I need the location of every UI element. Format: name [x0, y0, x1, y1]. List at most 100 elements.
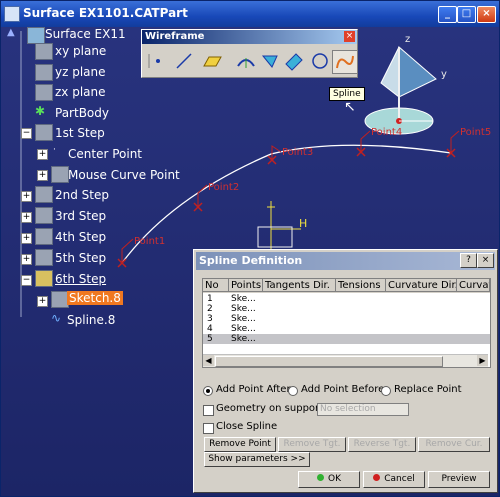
show-parameters-button[interactable]: Show parameters >>	[204, 452, 310, 467]
circle-tool-button[interactable]	[308, 50, 332, 72]
window-title: Surface EX1101.CATPart	[23, 6, 188, 20]
tree-item-zx-plane[interactable]: zx plane	[55, 85, 106, 99]
tree-item-sketch-8[interactable]: Sketch.8	[67, 291, 123, 305]
tree-item-partbody[interactable]: PartBody	[55, 106, 109, 120]
spline-icon	[336, 55, 354, 69]
row-point: Ske...	[231, 334, 256, 344]
tree-item-yz-plane[interactable]: yz plane	[55, 65, 106, 79]
table-row[interactable]: 2 Ske...	[203, 304, 490, 314]
close-spline-label: Close Spline	[216, 421, 278, 432]
table-row[interactable]: 4 Ske...	[203, 324, 490, 334]
scroll-right-icon[interactable]: ▶	[477, 355, 488, 366]
expand-icon[interactable]: +	[21, 191, 32, 202]
intersection-icon	[261, 55, 278, 68]
geometric-set-icon	[35, 228, 53, 245]
title-bar[interactable]: Surface EX1101.CATPart _ □ ×	[1, 1, 499, 27]
plane-tool-button[interactable]	[200, 50, 224, 72]
row-point: Ske...	[231, 304, 256, 314]
table-header: No Points Tangents Dir. Tensions Curvatu…	[203, 279, 490, 293]
table-row[interactable]: 1 Ske...	[203, 294, 490, 304]
line-tool-button[interactable]	[172, 50, 196, 72]
remove-tgt-button[interactable]: Remove Tgt.	[278, 437, 346, 452]
offset-icon	[285, 53, 303, 71]
tree-item-6th-step[interactable]: 6th Step	[55, 272, 106, 286]
projection-tool-button[interactable]	[234, 50, 258, 72]
tree-arrow-icon: ▲	[7, 27, 15, 38]
tree-item-2nd-step[interactable]: 2nd Step	[55, 188, 109, 202]
compass	[364, 45, 437, 135]
close-button[interactable]: ×	[477, 6, 496, 23]
curve-point-label: Point2	[208, 182, 240, 193]
expand-icon[interactable]: +	[21, 254, 32, 265]
wireframe-toolbar: Wireframe ×	[141, 29, 358, 78]
tree-root-label[interactable]: Surface EX11	[45, 27, 126, 41]
curve-point-label: Point1	[134, 236, 166, 247]
intersection-tool-button[interactable]	[258, 50, 282, 72]
tree-item-4th-step[interactable]: 4th Step	[55, 230, 106, 244]
tree-item-spline-8[interactable]: Spline.8	[67, 313, 115, 327]
plane-icon	[35, 64, 53, 81]
support-selection-field[interactable]: No selection	[317, 403, 409, 416]
scroll-thumb[interactable]	[215, 356, 443, 367]
tree-item-3rd-step[interactable]: 3rd Step	[55, 209, 106, 223]
preview-button[interactable]: Preview	[428, 471, 490, 488]
row-point: Ske...	[231, 314, 256, 324]
catia-window: Surface EX1101.CATPart _ □ × z y Point1 …	[0, 0, 500, 497]
spline-tool-button[interactable]	[332, 50, 358, 74]
collapse-icon[interactable]: −	[21, 275, 32, 286]
collapse-icon[interactable]: −	[21, 128, 32, 139]
col-header[interactable]: Curvatu	[457, 279, 490, 292]
add-point-before-radio[interactable]	[288, 386, 298, 396]
geometric-set-icon	[35, 249, 53, 266]
tree-item-mouse-curve-point[interactable]: Mouse Curve Point	[68, 168, 180, 182]
scroll-left-icon[interactable]: ◀	[203, 355, 214, 366]
table-row-selected[interactable]: 5 Ske...	[203, 334, 490, 344]
help-button[interactable]: ?	[460, 253, 477, 268]
ok-icon	[317, 474, 324, 481]
col-header[interactable]: Points	[229, 279, 263, 292]
offset-tool-button[interactable]	[282, 50, 306, 72]
add-point-after-label: Add Point After	[216, 384, 291, 395]
minimize-button[interactable]: _	[438, 6, 457, 23]
point-icon	[148, 54, 160, 68]
toolbar-title[interactable]: Wireframe	[142, 30, 357, 44]
point-icon: ·	[53, 145, 56, 155]
toolbar-close-button[interactable]: ×	[344, 31, 355, 42]
maximize-button[interactable]: □	[457, 6, 476, 23]
col-header[interactable]: Tangents Dir.	[263, 279, 336, 292]
dialog-title[interactable]: Spline Definition	[196, 252, 495, 270]
curve-point-label: Point3	[282, 147, 314, 158]
expand-icon[interactable]: +	[21, 212, 32, 223]
expand-icon[interactable]: +	[37, 170, 48, 181]
replace-point-radio[interactable]	[381, 386, 391, 396]
plane-icon	[35, 84, 53, 101]
geometric-set-icon	[35, 207, 53, 224]
remove-point-button[interactable]: Remove Point	[204, 437, 276, 452]
remove-cur-button[interactable]: Remove Cur.	[418, 437, 490, 452]
expand-icon[interactable]: +	[37, 296, 48, 307]
close-spline-checkbox[interactable]	[203, 423, 214, 434]
ok-button[interactable]: OK	[298, 471, 360, 488]
col-header[interactable]: Curvature Dir.	[386, 279, 457, 292]
horizontal-scrollbar[interactable]: ◀ ▶	[203, 354, 488, 367]
tree-item-xy-plane[interactable]: xy plane	[55, 44, 106, 58]
col-header[interactable]: Tensions	[336, 279, 386, 292]
geometry-on-support-checkbox[interactable]	[203, 405, 214, 416]
tree-item-center-point[interactable]: Center Point	[68, 147, 142, 161]
spline-icon: ∿	[51, 311, 62, 325]
cancel-button[interactable]: Cancel	[363, 471, 425, 488]
tree-item-5th-step[interactable]: 5th Step	[55, 251, 106, 265]
col-header[interactable]: No	[203, 279, 229, 292]
dialog-close-button[interactable]: ×	[477, 253, 494, 268]
catia-app-icon	[4, 6, 20, 22]
geometric-set-icon	[35, 270, 53, 287]
point-tool-button[interactable]	[146, 50, 170, 72]
tree-item-1st-step[interactable]: 1st Step	[55, 126, 105, 140]
points-table[interactable]: No Points Tangents Dir. Tensions Curvatu…	[202, 278, 491, 368]
add-point-after-radio[interactable]	[203, 386, 213, 396]
compass-y-label: y	[441, 69, 447, 80]
table-row[interactable]: 3 Ske...	[203, 314, 490, 324]
reverse-tgt-button[interactable]: Reverse Tgt.	[348, 437, 416, 452]
expand-icon[interactable]: +	[37, 149, 48, 160]
expand-icon[interactable]: +	[21, 233, 32, 244]
